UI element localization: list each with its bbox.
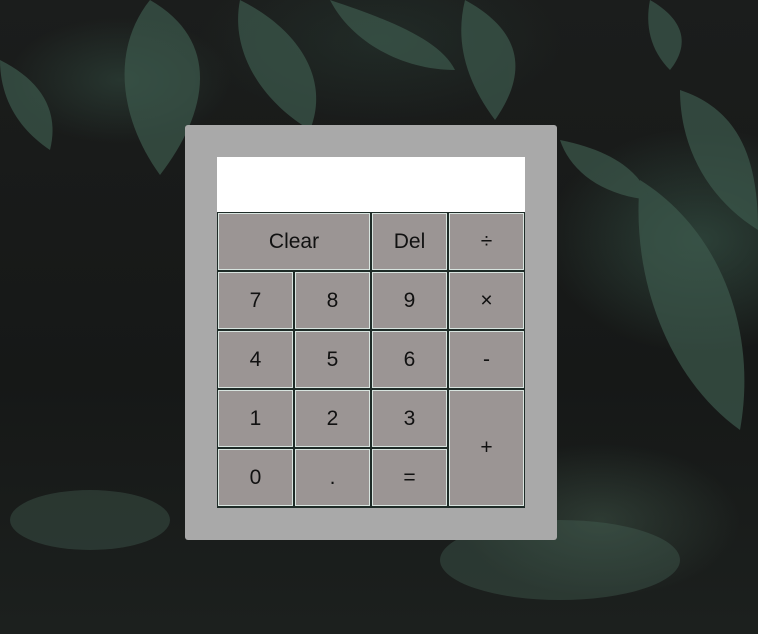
digit-0-button[interactable]: 0: [218, 449, 293, 506]
divide-button[interactable]: ÷: [449, 213, 524, 270]
digit-4-button[interactable]: 4: [218, 331, 293, 388]
clear-button[interactable]: Clear: [218, 213, 370, 270]
digit-9-button[interactable]: 9: [372, 272, 447, 329]
minus-button[interactable]: -: [449, 331, 524, 388]
digit-6-button[interactable]: 6: [372, 331, 447, 388]
plus-button[interactable]: +: [449, 390, 524, 506]
calculator-display: [217, 157, 525, 212]
keypad: Clear Del ÷ 7 8 9 × 4 5 6 - 1 2 3 + 0 . …: [217, 212, 525, 508]
equals-button[interactable]: =: [372, 449, 447, 506]
digit-8-button[interactable]: 8: [295, 272, 370, 329]
decimal-point-button[interactable]: .: [295, 449, 370, 506]
digit-1-button[interactable]: 1: [218, 390, 293, 447]
digit-3-button[interactable]: 3: [372, 390, 447, 447]
digit-7-button[interactable]: 7: [218, 272, 293, 329]
delete-button[interactable]: Del: [372, 213, 447, 270]
calculator: Clear Del ÷ 7 8 9 × 4 5 6 - 1 2 3 + 0 . …: [185, 125, 557, 540]
digit-2-button[interactable]: 2: [295, 390, 370, 447]
digit-5-button[interactable]: 5: [295, 331, 370, 388]
multiply-button[interactable]: ×: [449, 272, 524, 329]
